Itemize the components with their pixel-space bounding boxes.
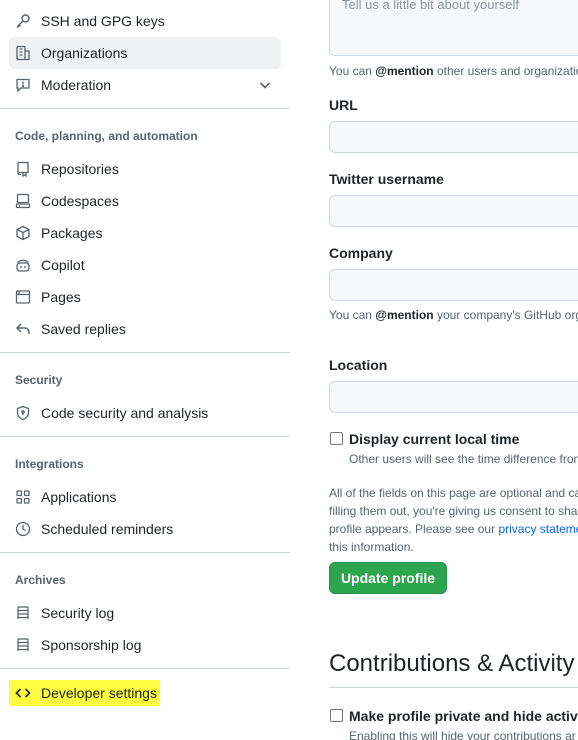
- section-heading-code-planning: Code, planning, and automation: [15, 129, 198, 143]
- code-icon: [15, 685, 31, 701]
- privacy-line: this information.: [329, 540, 414, 554]
- section-heading-archives: Archives: [15, 573, 66, 587]
- sidebar-item-label: Sponsorship log: [41, 637, 142, 653]
- heading-divider: [329, 687, 578, 688]
- report-icon: [15, 77, 31, 93]
- sidebar-item-label: Organizations: [41, 45, 128, 61]
- sidebar-item-applications[interactable]: Applications: [9, 481, 281, 513]
- sidebar-item-repositories[interactable]: Repositories: [9, 153, 281, 185]
- sidebar-item-label: SSH and GPG keys: [41, 13, 165, 29]
- sidebar-item-pages[interactable]: Pages: [9, 281, 281, 313]
- privacy-line: All of the fields on this page are optio…: [329, 486, 578, 500]
- sidebar-item-codespaces[interactable]: Codespaces: [9, 185, 281, 217]
- private-profile-label: Make profile private and hide activit: [349, 708, 578, 724]
- bio-note: You can @mention other users and organiz…: [329, 64, 578, 78]
- sidebar-item-sponsorship-log[interactable]: Sponsorship log: [9, 629, 281, 661]
- local-time-label: Display current local time: [349, 431, 520, 447]
- sidebar-item-saved-replies[interactable]: Saved replies: [9, 313, 281, 345]
- twitter-label: Twitter username: [329, 171, 444, 187]
- sidebar-item-label: Security log: [41, 605, 115, 621]
- sidebar-item-organizations[interactable]: Organizations: [9, 37, 281, 69]
- copilot-icon: [15, 257, 31, 273]
- sidebar-item-packages[interactable]: Packages: [9, 217, 281, 249]
- local-time-note: Other users will see the time difference…: [349, 452, 578, 466]
- privacy-paragraph: All of the fields on this page are optio…: [329, 484, 578, 556]
- sidebar-item-security-log[interactable]: Security log: [9, 597, 281, 629]
- sidebar-item-label: Saved replies: [41, 321, 126, 337]
- url-input[interactable]: [329, 121, 578, 153]
- sidebar-divider: [0, 352, 290, 353]
- sidebar-item-copilot[interactable]: Copilot: [9, 249, 281, 281]
- browser-icon: [15, 289, 31, 305]
- key-icon: [15, 13, 31, 29]
- location-label: Location: [329, 357, 388, 373]
- profile-form: Tell us a little bit about yourself You …: [329, 0, 578, 740]
- update-profile-button[interactable]: Update profile: [329, 562, 447, 594]
- sidebar-item-label: Repositories: [41, 161, 119, 177]
- apps-icon: [15, 489, 31, 505]
- bio-placeholder: Tell us a little bit about yourself: [342, 0, 520, 12]
- organization-icon: [15, 45, 31, 61]
- company-note: You can @mention your company's GitHub o…: [329, 308, 578, 322]
- sidebar-divider: [0, 436, 290, 437]
- sidebar-item-moderation[interactable]: Moderation: [9, 69, 281, 101]
- url-label: URL: [329, 97, 358, 113]
- sidebar-item-label: Codespaces: [41, 193, 119, 209]
- settings-sidebar: SSH and GPG keys Organizations Moderatio…: [0, 0, 290, 740]
- sidebar-item-label: Applications: [41, 489, 117, 505]
- codespaces-icon: [15, 193, 31, 209]
- sidebar-item-label: Pages: [41, 289, 81, 305]
- sidebar-item-label: Code security and analysis: [41, 405, 209, 421]
- privacy-statement-link[interactable]: privacy statemen: [498, 522, 578, 536]
- shield-lock-icon: [15, 405, 31, 421]
- twitter-input[interactable]: [329, 195, 578, 227]
- reply-icon: [15, 321, 31, 337]
- sidebar-divider: [0, 668, 290, 669]
- sidebar-item-label: Developer settings: [41, 685, 157, 701]
- sidebar-item-label: Scheduled reminders: [41, 521, 174, 537]
- privacy-line: filling them out, you're giving us conse…: [329, 504, 578, 518]
- company-input[interactable]: [329, 269, 578, 301]
- local-time-checkbox[interactable]: [330, 432, 343, 445]
- location-input[interactable]: [329, 381, 578, 413]
- sidebar-divider: [0, 552, 290, 553]
- sidebar-item-scheduled-reminders[interactable]: Scheduled reminders: [9, 513, 281, 545]
- repo-icon: [15, 161, 31, 177]
- contributions-heading: Contributions & Activity: [329, 650, 575, 677]
- sidebar-item-label: Moderation: [41, 77, 112, 93]
- sidebar-item-ssh-gpg-keys[interactable]: SSH and GPG keys: [9, 5, 281, 37]
- private-profile-checkbox[interactable]: [330, 709, 343, 722]
- private-profile-note: Enabling this will hide your contributio…: [349, 729, 576, 740]
- package-icon: [15, 225, 31, 241]
- clock-icon: [15, 521, 31, 537]
- section-heading-integrations: Integrations: [15, 457, 84, 471]
- company-label: Company: [329, 245, 393, 261]
- sidebar-divider: [0, 108, 290, 109]
- log-icon: [15, 637, 31, 653]
- log-icon: [15, 605, 31, 621]
- section-heading-security: Security: [15, 373, 63, 387]
- sidebar-item-label: Packages: [41, 225, 103, 241]
- privacy-line: profile appears. Please see our privacy …: [329, 520, 578, 538]
- sidebar-item-developer-settings[interactable]: Developer settings: [15, 682, 157, 704]
- bio-textarea[interactable]: Tell us a little bit about yourself: [329, 0, 578, 56]
- sidebar-item-code-security[interactable]: Code security and analysis: [9, 397, 281, 429]
- sidebar-item-label: Copilot: [41, 257, 85, 273]
- chevron-down-icon[interactable]: [257, 77, 273, 93]
